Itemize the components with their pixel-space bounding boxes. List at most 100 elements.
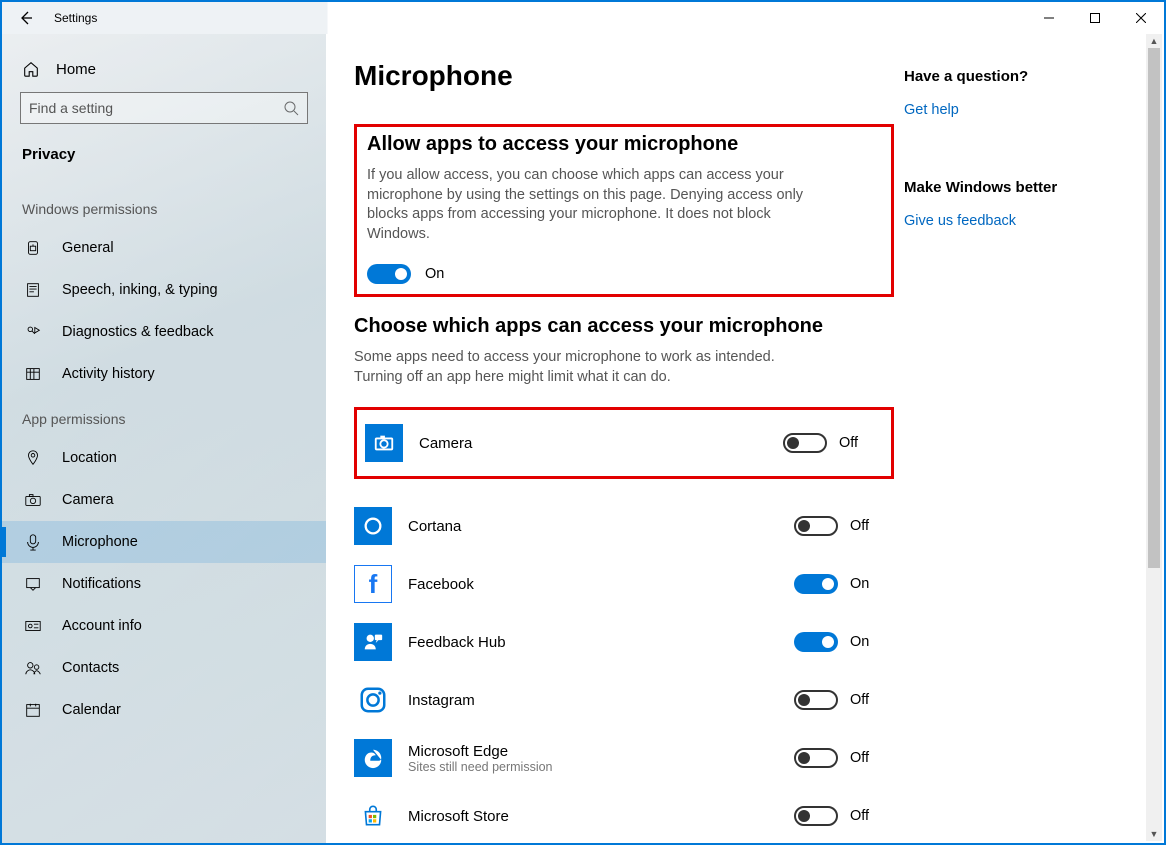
app-toggle[interactable] (794, 806, 838, 826)
scroll-thumb[interactable] (1148, 48, 1160, 568)
app-toggle[interactable] (794, 632, 838, 652)
sidebar-item-label: Microphone (62, 534, 138, 550)
facebook-icon: f (354, 565, 392, 603)
app-row-microsoft-edge: Microsoft EdgeSites still need permissio… (354, 729, 894, 787)
app-row-facebook: f Facebook On (354, 555, 894, 613)
choose-description: Some apps need to access your microphone… (354, 348, 794, 387)
app-toggle-label: Off (850, 692, 869, 708)
highlight-allow-section: Allow apps to access your microphone If … (354, 124, 894, 297)
home-label: Home (56, 61, 96, 78)
sidebar-item-label: General (62, 240, 114, 256)
sidebar-item-label: Calendar (62, 702, 121, 718)
microphone-icon (24, 533, 42, 551)
content-area: Microphone Allow apps to access your mic… (326, 34, 1164, 843)
question-heading: Have a question? (904, 68, 1134, 85)
app-toggle-label: On (850, 576, 869, 592)
app-row-cortana: Cortana Off (354, 497, 894, 555)
calendar-icon (24, 701, 42, 719)
store-icon (354, 797, 392, 835)
instagram-icon (354, 681, 392, 719)
sidebar-item-activity[interactable]: Activity history (2, 353, 326, 395)
diagnostics-icon (24, 323, 42, 341)
sidebar-item-label: Location (62, 450, 117, 466)
app-toggle-label: Off (850, 808, 869, 824)
sidebar-item-label: Account info (62, 618, 142, 634)
sidebar-item-account[interactable]: Account info (2, 605, 326, 647)
cortana-icon (354, 507, 392, 545)
sidebar-item-label: Activity history (62, 366, 155, 382)
titlebar: Settings (2, 2, 1164, 34)
get-help-link[interactable]: Get help (904, 102, 959, 118)
master-toggle-label: On (425, 266, 444, 282)
speech-icon (24, 281, 42, 299)
notifications-icon (24, 575, 42, 593)
app-toggle-label: On (850, 634, 869, 650)
app-name-label: Facebook (408, 576, 678, 593)
scroll-down-icon[interactable]: ▼ (1146, 827, 1162, 841)
home-icon (22, 60, 40, 78)
sidebar-item-camera[interactable]: Camera (2, 479, 326, 521)
app-toggle-label: Off (850, 750, 869, 766)
sidebar-item-label: Diagnostics & feedback (62, 324, 214, 340)
section-heading: Privacy (2, 138, 326, 185)
sidebar-item-speech[interactable]: Speech, inking, & typing (2, 269, 326, 311)
minimize-button[interactable] (1026, 2, 1072, 34)
sidebar-item-label: Contacts (62, 660, 119, 676)
app-toggle-label: Off (850, 518, 869, 534)
app-sub-label: Sites still need permission (408, 760, 678, 774)
sidebar-item-calendar[interactable]: Calendar (2, 689, 326, 731)
feedback-heading: Make Windows better (904, 179, 1134, 196)
app-toggle[interactable] (794, 516, 838, 536)
sidebar-item-microphone[interactable]: Microphone (2, 521, 326, 563)
app-row-feedback-hub: Feedback Hub On (354, 613, 894, 671)
general-icon (24, 239, 42, 257)
scrollbar[interactable]: ▲ ▼ (1146, 34, 1162, 841)
arrow-left-icon (18, 10, 34, 26)
account-icon (24, 617, 42, 635)
app-toggle[interactable] (794, 574, 838, 594)
search-box[interactable] (20, 92, 308, 124)
home-nav[interactable]: Home (2, 46, 326, 92)
activity-icon (24, 365, 42, 383)
search-icon (283, 100, 299, 116)
app-name-label: Camera (419, 435, 689, 452)
sidebar-item-location[interactable]: Location (2, 437, 326, 479)
sidebar-item-contacts[interactable]: Contacts (2, 647, 326, 689)
camera-icon (24, 491, 42, 509)
app-name-label: Microsoft Store (408, 808, 678, 825)
app-name-label: Microsoft Edge (408, 743, 678, 760)
page-title: Microphone (354, 60, 894, 92)
sidebar-item-label: Notifications (62, 576, 141, 592)
app-toggle[interactable] (783, 433, 827, 453)
app-row-microsoft-store: Microsoft Store Off (354, 787, 894, 843)
app-name-label: Instagram (408, 692, 678, 709)
close-button[interactable] (1118, 2, 1164, 34)
app-toggle[interactable] (794, 748, 838, 768)
sidebar-item-general[interactable]: General (2, 227, 326, 269)
window-controls (1026, 2, 1164, 34)
aside-panel: Have a question? Get help Make Windows b… (904, 60, 1164, 843)
choose-heading: Choose which apps can access your microp… (354, 315, 894, 338)
sidebar-item-label: Camera (62, 492, 114, 508)
app-name-label: Feedback Hub (408, 634, 678, 651)
sidebar-item-diagnostics[interactable]: Diagnostics & feedback (2, 311, 326, 353)
group-app-permissions: App permissions (2, 395, 326, 437)
give-feedback-link[interactable]: Give us feedback (904, 213, 1016, 229)
highlight-camera-row: Camera Off (354, 407, 894, 479)
group-windows-permissions: Windows permissions (2, 185, 326, 227)
app-name-label: Cortana (408, 518, 678, 535)
app-toggle[interactable] (794, 690, 838, 710)
maximize-button[interactable] (1072, 2, 1118, 34)
app-toggle-label: Off (839, 435, 858, 451)
sidebar-item-notifications[interactable]: Notifications (2, 563, 326, 605)
scroll-up-icon[interactable]: ▲ (1146, 34, 1162, 48)
search-input[interactable] (29, 100, 283, 116)
allow-description: If you allow access, you can choose whic… (367, 166, 807, 244)
allow-heading: Allow apps to access your microphone (367, 133, 881, 156)
back-button[interactable] (2, 2, 50, 34)
contacts-icon (24, 659, 42, 677)
camera-icon (365, 424, 403, 462)
feedback-icon (354, 623, 392, 661)
app-row-instagram: Instagram Off (354, 671, 894, 729)
master-toggle[interactable] (367, 264, 411, 284)
